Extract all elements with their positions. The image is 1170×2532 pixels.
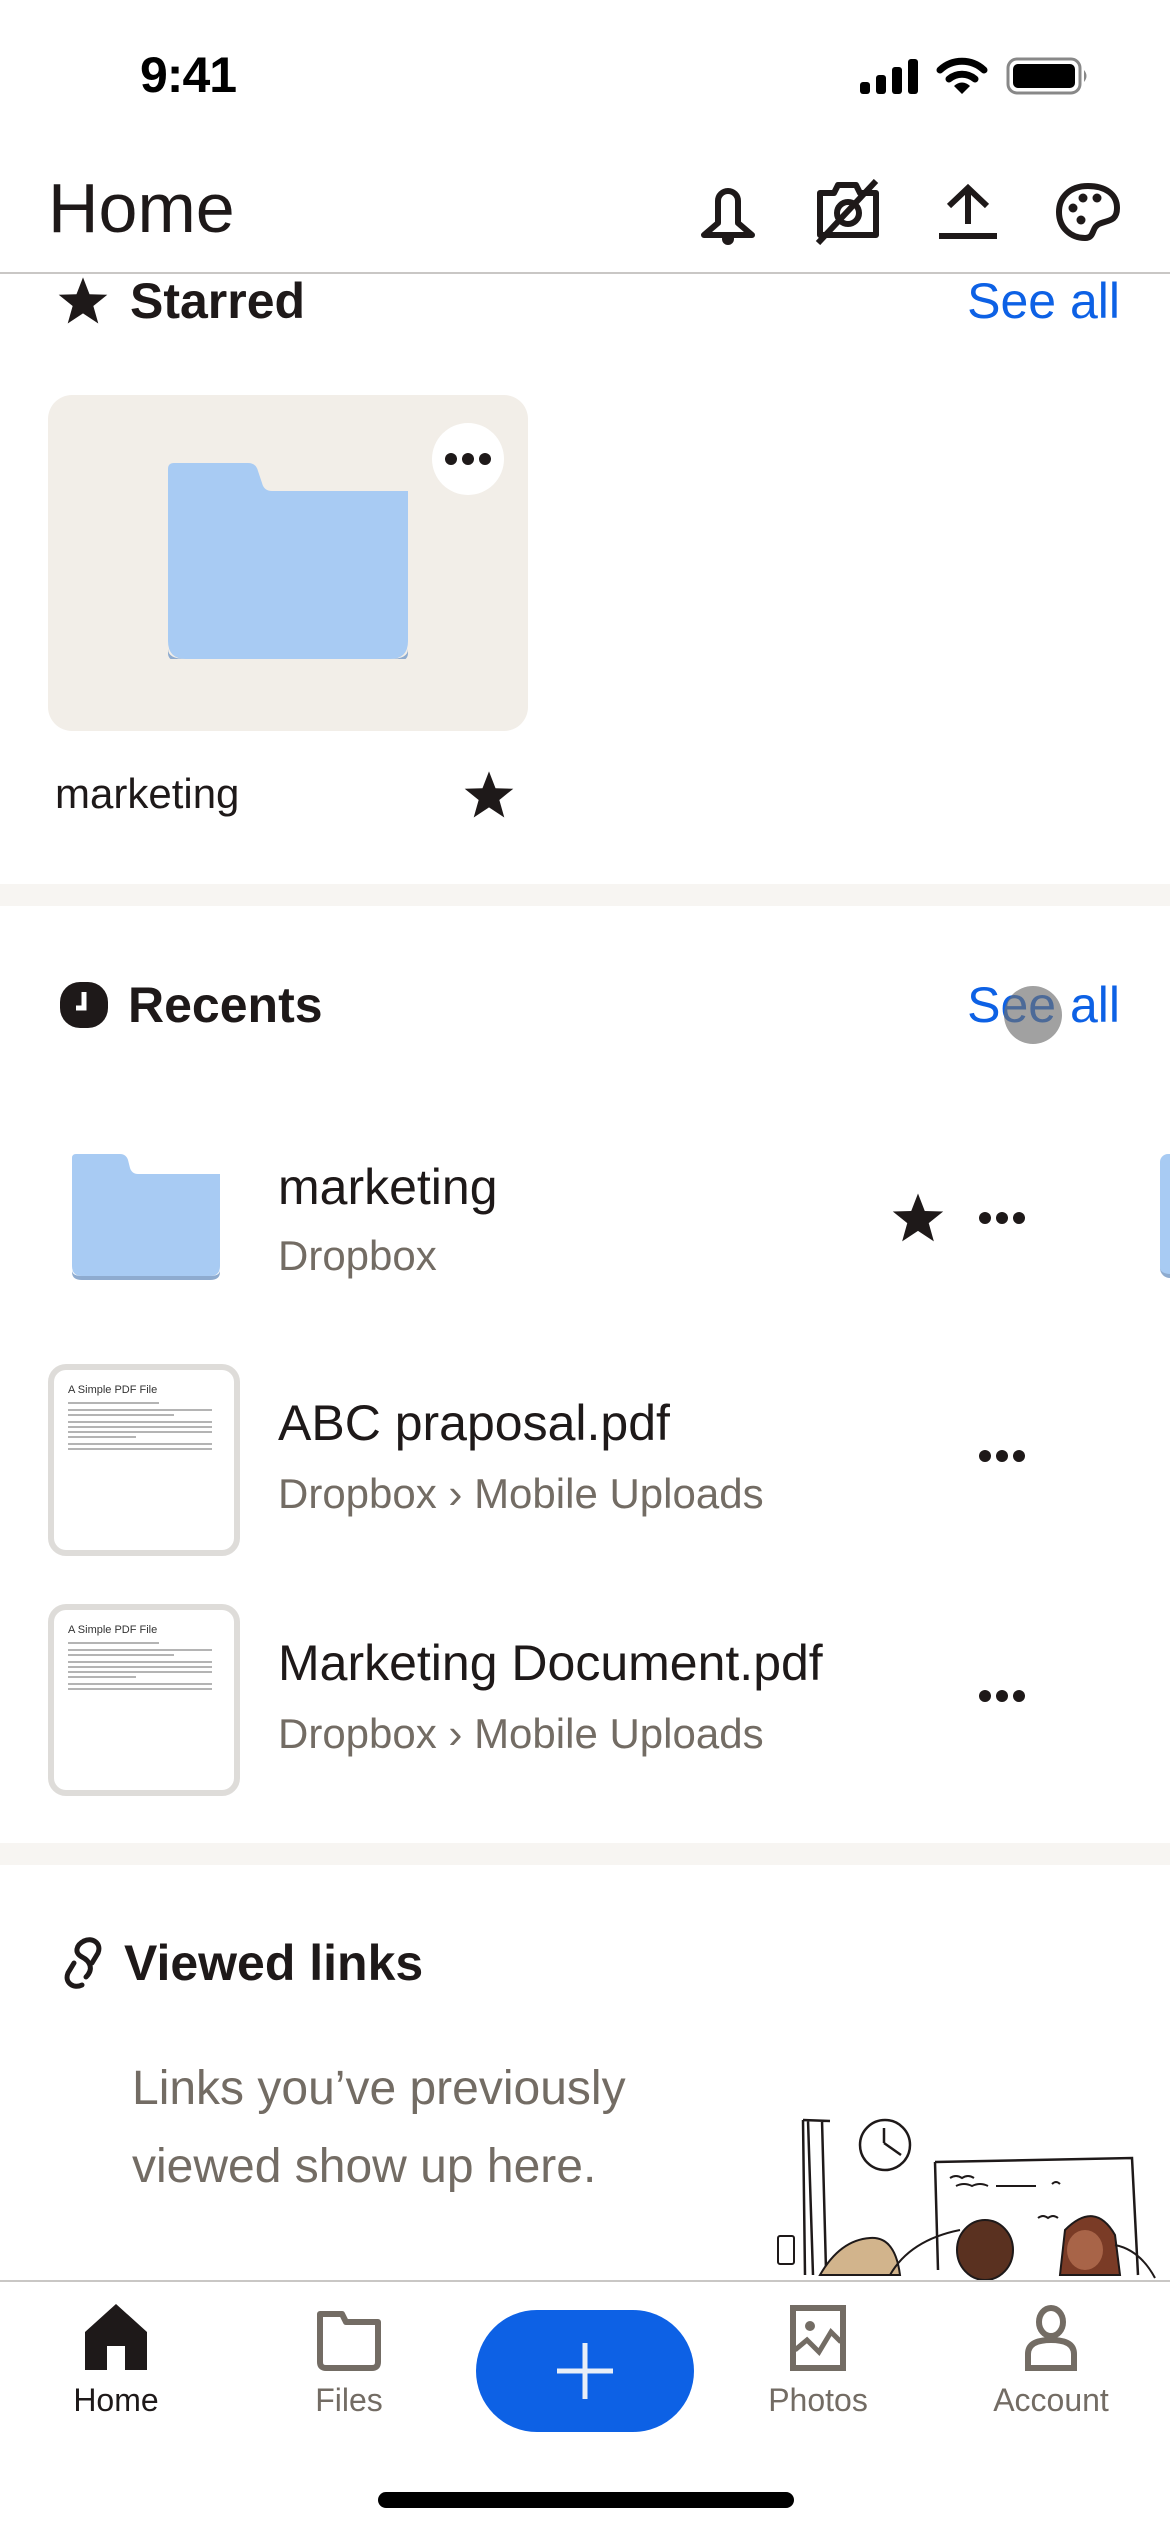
notifications-button[interactable] [694, 178, 762, 246]
section-divider [0, 1843, 1170, 1865]
photos-icon [790, 2305, 846, 2371]
folder-icon [168, 463, 408, 659]
cellular-signal-icon [860, 59, 918, 94]
upload-button[interactable] [934, 178, 1002, 246]
pdf-thumbnail: A Simple PDF File [48, 1604, 240, 1796]
clock-icon [60, 982, 108, 1028]
recent-item-path: Dropbox › Mobile Uploads [278, 1710, 764, 1757]
more-horizontal-icon [979, 1690, 1025, 1702]
folder-icon [317, 2311, 381, 2371]
starred-item-unstar-button[interactable] [462, 768, 516, 827]
recent-item-peek-folder [1160, 1154, 1170, 1278]
recent-item-name: marketing [278, 1159, 498, 1215]
recent-item-unstar-button[interactable] [888, 1188, 948, 1248]
camera-uploads-button[interactable] [814, 178, 882, 246]
status-time: 9:41 [140, 47, 237, 103]
tab-account[interactable]: Account [961, 2302, 1141, 2432]
more-horizontal-icon [979, 1450, 1025, 1462]
page-title: Home [48, 169, 235, 247]
home-icon [85, 2304, 147, 2370]
starred-item-card[interactable] [48, 395, 528, 731]
starred-item-more-button[interactable] [432, 423, 504, 495]
tab-label: Account [993, 2382, 1109, 2418]
tab-label: Files [315, 2382, 383, 2418]
section-divider [0, 884, 1170, 906]
starred-item-name: marketing [55, 770, 240, 817]
app-header: Home [0, 150, 1170, 274]
recent-item-name: ABC praposal.pdf [278, 1395, 670, 1451]
status-bar: 9:41 [0, 0, 1170, 150]
star-icon [58, 277, 108, 324]
tab-label: Home [73, 2382, 159, 2418]
recents-section-header: Recents See all [0, 970, 1170, 1040]
empty-state-illustration [760, 2100, 1170, 2280]
theme-button[interactable] [1054, 178, 1122, 246]
recent-item-path: Dropbox [278, 1232, 437, 1279]
pdf-thumbnail: A Simple PDF File [48, 1364, 240, 1556]
recent-item-more-button[interactable] [970, 1424, 1034, 1488]
link-icon [64, 1937, 102, 1989]
tab-label: Photos [768, 2382, 868, 2418]
recent-item-path: Dropbox › Mobile Uploads [278, 1470, 764, 1517]
starred-title: Starred [130, 273, 306, 329]
account-icon [1025, 2305, 1077, 2371]
home-indicator [378, 2492, 794, 2508]
tab-photos[interactable]: Photos [728, 2302, 908, 2432]
recents-title: Recents [128, 977, 323, 1033]
viewed-links-section-header: Viewed links [0, 1930, 1170, 1996]
recents-see-all-link[interactable]: See all [967, 976, 1120, 1034]
recent-item[interactable]: marketing Dropbox [0, 1120, 1170, 1320]
starred-section-header: Starred See all [0, 268, 1170, 334]
star-icon [464, 771, 514, 818]
viewed-links-title: Viewed links [124, 1935, 424, 1991]
more-horizontal-icon [979, 1212, 1025, 1224]
plus-icon [557, 2343, 613, 2399]
camera-off-icon [815, 179, 879, 245]
star-icon [892, 1193, 944, 1242]
folder-icon [72, 1154, 220, 1280]
battery-icon [1006, 57, 1087, 95]
tab-home[interactable]: Home [26, 2302, 206, 2432]
recent-item-name: Marketing Document.pdf [278, 1635, 823, 1691]
more-horizontal-icon [445, 453, 491, 465]
viewed-links-empty-message: Links you’ve previously viewed show up h… [132, 2062, 626, 2193]
palette-icon [1055, 182, 1121, 242]
recent-item[interactable]: A Simple PDF File ABC praposal.pdf Dropb… [0, 1360, 1170, 1560]
recent-item[interactable]: A Simple PDF File Marketing Document.pdf… [0, 1600, 1170, 1800]
starred-see-all-link[interactable]: See all [967, 272, 1120, 330]
wifi-icon [936, 57, 988, 94]
upload-icon [939, 183, 997, 239]
recent-item-more-button[interactable] [970, 1664, 1034, 1728]
create-button[interactable] [476, 2310, 694, 2432]
bell-icon [701, 188, 755, 245]
recent-item-more-button[interactable] [970, 1186, 1034, 1250]
tab-files[interactable]: Files [259, 2302, 439, 2432]
